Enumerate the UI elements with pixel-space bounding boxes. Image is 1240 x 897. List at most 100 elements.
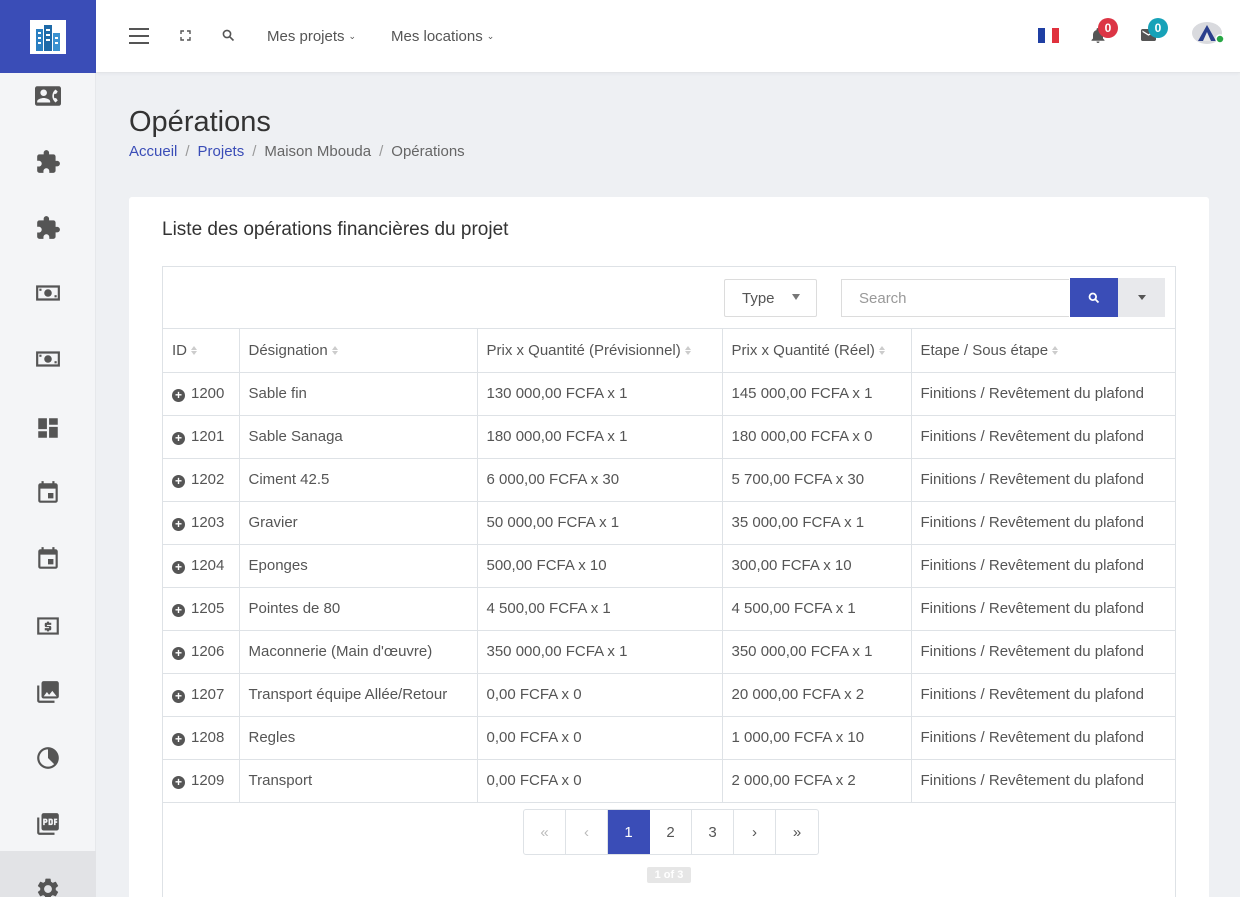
table-row[interactable]: +1201 Sable Sanaga 180 000,00 FCFA x 1 180 … xyxy=(163,414,1175,459)
cell-prev: 0,00 FCFA x 0 xyxy=(476,715,723,760)
table-row[interactable]: +1205 Pointes de 80 4 500,00 FCFA x 14 500… xyxy=(163,586,1175,631)
type-filter-select[interactable]: Type xyxy=(724,279,817,317)
cell-id-value: 1204 xyxy=(191,557,225,574)
expand-row-icon[interactable]: + xyxy=(172,690,185,703)
pagination-prev[interactable]: ‹ xyxy=(566,810,608,854)
photo-library-icon[interactable] xyxy=(0,672,96,712)
pdf-icon[interactable] xyxy=(0,804,96,844)
cell-prev: 0,00 FCFA x 0 xyxy=(476,672,723,717)
puzzle-icon[interactable] xyxy=(0,142,96,182)
table-row[interactable]: +1203 Gravier 50 000,00 FCFA x 1 35 000,00 … xyxy=(163,500,1175,545)
messages-badge: 0 xyxy=(1148,18,1168,38)
column-header-etape[interactable]: Etape / Sous étape xyxy=(910,329,1175,373)
cell-id: +1201 xyxy=(163,414,240,459)
cell-id-value: 1201 xyxy=(191,428,225,445)
notifications-badge: 0 xyxy=(1098,18,1118,38)
column-header-reel[interactable]: Prix x Quantité (Réel) xyxy=(721,329,912,373)
expand-row-icon[interactable]: + xyxy=(172,389,185,402)
hamburger-menu-icon[interactable] xyxy=(129,28,149,44)
expand-row-icon[interactable]: + xyxy=(172,733,185,746)
cell-id: +1206 xyxy=(163,629,240,674)
caret-down-icon xyxy=(1137,295,1146,300)
money-icon[interactable] xyxy=(0,273,96,313)
search-options-dropdown[interactable] xyxy=(1118,278,1165,317)
chevron-down-icon: ⌄ xyxy=(348,30,357,41)
dashboard-icon[interactable] xyxy=(0,408,96,448)
calendar-icon[interactable] xyxy=(0,473,96,513)
cell-reel: 35 000,00 FCFA x 1 xyxy=(721,500,912,545)
column-header-label: Etape / Sous étape xyxy=(920,341,1049,359)
pagination-last[interactable]: » xyxy=(776,810,818,854)
top-header: Mes projets ⌄ Mes locations ⌄ 0 0 xyxy=(96,0,1240,73)
cell-prev: 180 000,00 FCFA x 1 xyxy=(476,414,723,459)
column-header-label: Prix x Quantité (Prévisionnel) xyxy=(486,341,681,359)
expand-row-icon[interactable]: + xyxy=(172,432,185,445)
column-header-id[interactable]: ID xyxy=(163,329,240,373)
search-icon[interactable] xyxy=(222,29,235,42)
settings-icon[interactable] xyxy=(0,851,96,897)
cell-reel: 350 000,00 FCFA x 1 xyxy=(721,629,912,674)
pagination-page-3[interactable]: 3 xyxy=(692,810,734,854)
cell-reel: 4 500,00 FCFA x 1 xyxy=(721,586,912,631)
search-input[interactable] xyxy=(841,279,1069,317)
pagination-next[interactable]: › xyxy=(734,810,776,854)
column-header-prev[interactable]: Prix x Quantité (Prévisionnel) xyxy=(476,329,723,373)
chevron-down-icon: ⌄ xyxy=(486,30,495,41)
cell-reel: 180 000,00 FCFA x 0 xyxy=(721,414,912,459)
breadcrumb-projets[interactable]: Projets xyxy=(198,143,245,160)
puzzle-icon[interactable] xyxy=(0,208,96,248)
search-button[interactable] xyxy=(1070,278,1118,317)
cell-id: +1209 xyxy=(163,758,240,803)
sidebar xyxy=(0,0,96,897)
messages-button[interactable]: 0 xyxy=(1141,18,1168,41)
dollar-icon[interactable] xyxy=(0,606,96,646)
expand-row-icon[interactable]: + xyxy=(172,604,185,617)
fullscreen-icon[interactable] xyxy=(180,30,191,41)
table-row[interactable]: +1209 Transport 0,00 FCFA x 02 000,00 FCFA… xyxy=(163,758,1175,803)
cell-etape: Finitions / Revêtement du plafond xyxy=(910,543,1175,588)
expand-row-icon[interactable]: + xyxy=(172,647,185,660)
expand-row-icon[interactable]: + xyxy=(172,776,185,789)
table-row[interactable]: +1208 Regles 0,00 FCFA x 01 000,00 FCFA x … xyxy=(163,715,1175,760)
table-header-row: ID Désignation Prix x Quantité (Prévisio… xyxy=(163,329,1175,373)
table-row[interactable]: +1204 Eponges 500,00 FCFA x 10 300,00 FCFA … xyxy=(163,543,1175,588)
french-flag-icon[interactable] xyxy=(1038,28,1059,43)
breadcrumb-project: Maison Mbouda xyxy=(264,143,372,160)
cell-id-value: 1208 xyxy=(191,729,225,746)
expand-row-icon[interactable]: + xyxy=(172,475,185,488)
pagination-first[interactable]: « xyxy=(524,810,566,854)
breadcrumb-separator: / xyxy=(379,143,384,160)
contact-card-icon[interactable] xyxy=(0,76,96,116)
money-icon[interactable] xyxy=(0,339,96,379)
expand-row-icon[interactable]: + xyxy=(172,518,185,531)
cell-designation: Eponges xyxy=(238,543,478,588)
cell-etape: Finitions / Revêtement du plafond xyxy=(910,758,1175,803)
breadcrumb-accueil[interactable]: Accueil xyxy=(129,143,177,160)
notifications-button[interactable]: 0 xyxy=(1091,18,1118,43)
cell-etape: Finitions / Revêtement du plafond xyxy=(910,500,1175,545)
pagination-page-2[interactable]: 2 xyxy=(650,810,692,854)
table-row[interactable]: +1206 Maconnerie (Main d'œuvre) 350 000,00… xyxy=(163,629,1175,674)
cell-reel: 1 000,00 FCFA x 10 xyxy=(721,715,912,760)
cell-prev: 350 000,00 FCFA x 1 xyxy=(476,629,723,674)
table-row[interactable]: +1202 Ciment 42.5 6 000,00 FCFA x 30 5 700,… xyxy=(163,457,1175,502)
pagination-page-1[interactable]: 1 xyxy=(608,810,650,854)
cell-reel: 20 000,00 FCFA x 2 xyxy=(721,672,912,717)
column-header-designation[interactable]: Désignation xyxy=(238,329,478,373)
cell-prev: 500,00 FCFA x 10 xyxy=(476,543,723,588)
cell-designation: Ciment 42.5 xyxy=(238,457,478,502)
nav-mes-projets[interactable]: Mes projets ⌄ xyxy=(267,26,356,46)
cell-reel: 2 000,00 FCFA x 2 xyxy=(721,758,912,803)
calendar-icon[interactable] xyxy=(0,539,96,579)
nav-mes-locations-label: Mes locations xyxy=(391,27,483,45)
clock-icon[interactable] xyxy=(0,738,96,778)
logo[interactable] xyxy=(0,0,96,73)
nav-mes-locations[interactable]: Mes locations ⌄ xyxy=(391,26,494,46)
cell-id: +1208 xyxy=(163,715,240,760)
table-row[interactable]: +1207 Transport équipe Allée/Retour 0,00 F… xyxy=(163,672,1175,717)
sort-icon xyxy=(331,345,340,356)
expand-row-icon[interactable]: + xyxy=(172,561,185,574)
user-avatar[interactable] xyxy=(1192,21,1226,45)
table-row[interactable]: +1200 Sable fin 130 000,00 FCFA x 1 145 000… xyxy=(163,371,1175,416)
cell-id-value: 1202 xyxy=(191,471,225,488)
